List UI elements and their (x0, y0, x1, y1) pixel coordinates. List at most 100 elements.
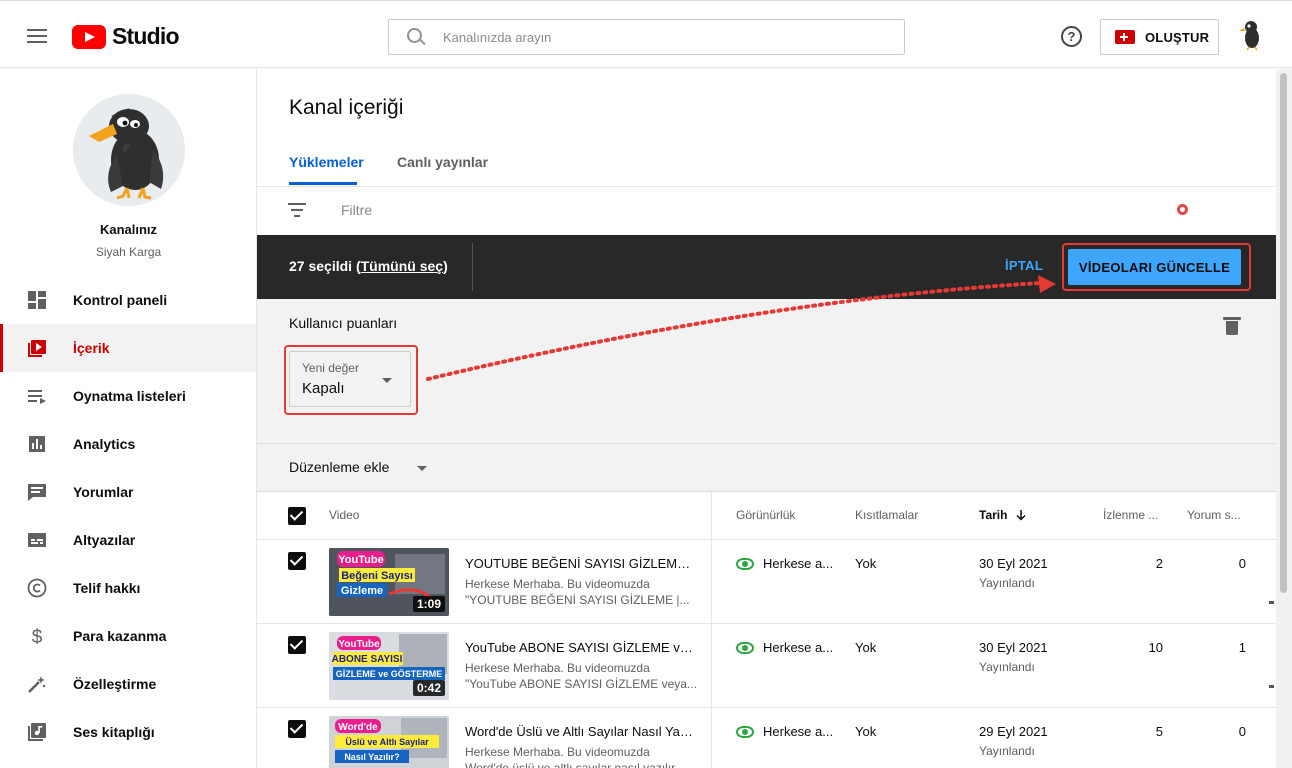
desc-line-2: "YOUTUBE BEĞENİ SAYISI GİZLEME |... (465, 593, 690, 607)
visibility-label[interactable]: Herkese a... (763, 724, 833, 739)
selection-count: 27 seçildi (Tümünü seç) (289, 258, 448, 274)
video-title[interactable]: YouTube ABONE SAYISI GİZLEME vey... (465, 640, 697, 655)
analytics-icon (29, 436, 45, 452)
row-checkbox[interactable] (288, 636, 306, 654)
video-thumbnail[interactable]: YouTube Beğeni Sayısı Gizleme 1:09 (329, 548, 449, 616)
create-button[interactable]: OLUŞTUR (1100, 19, 1219, 55)
channel-avatar[interactable] (73, 94, 185, 206)
sidebar-item-comments[interactable]: Yorumlar (0, 468, 256, 516)
close-paren: ) (443, 258, 448, 274)
select-all-checkbox[interactable] (288, 507, 306, 525)
edit-panel-title: Kullanıcı puanları (289, 315, 398, 331)
sidebar-item-copyright[interactable]: Telif hakkı (0, 564, 256, 612)
col-date-label: Tarih (979, 508, 1008, 522)
search-input[interactable] (443, 29, 863, 45)
video-title[interactable]: YOUTUBE BEĞENİ SAYISI GİZLEME | B... (465, 556, 697, 571)
sidebar-item-subtitles[interactable]: Altyazılar (0, 516, 256, 564)
hamburger-menu-icon[interactable] (27, 29, 47, 43)
thumb-line-1: YouTube (338, 554, 383, 566)
add-edit-label: Düzenleme ekle (289, 459, 390, 475)
desc-line-1: Herkese Merhaba. Bu videomuzda (465, 577, 650, 591)
sidebar-item-customization[interactable]: Özelleştirme (0, 660, 256, 708)
search-box[interactable] (388, 19, 905, 55)
eye-icon[interactable] (736, 642, 754, 654)
views-count: 2 (1155, 556, 1163, 571)
filter-input[interactable]: Filtre (341, 202, 372, 218)
add-edit-dropdown[interactable]: Düzenleme ekle (257, 444, 1276, 492)
row-marker (1269, 685, 1274, 688)
row-checkbox[interactable] (288, 552, 306, 570)
youtube-play-icon (72, 24, 106, 49)
divider (472, 243, 473, 291)
sidebar: Kanalınız Siyah Karga Kontrol paneli İçe… (0, 69, 257, 768)
selected-count-text: 27 seçildi (289, 258, 353, 274)
tab-live[interactable]: Canlı yayınlar (397, 154, 488, 170)
video-duration: 1:09 (412, 596, 445, 612)
restrictions-value: Yok (855, 724, 877, 739)
tab-uploads[interactable]: Yüklemeler (289, 154, 364, 170)
cancel-button[interactable]: İPTAL (1005, 258, 1043, 273)
sidebar-item-dashboard[interactable]: Kontrol paneli (0, 276, 256, 324)
views-count: 10 (1148, 640, 1163, 655)
col-visibility[interactable]: Görünürlük (736, 508, 795, 522)
row-marker (1269, 601, 1274, 604)
sidebar-item-label: Ses kitaplığı (73, 724, 155, 740)
vertical-scrollbar[interactable] (1276, 69, 1292, 768)
comments-count: 0 (1238, 724, 1246, 739)
help-icon[interactable]: ? (1061, 26, 1082, 47)
account-avatar[interactable] (1236, 19, 1268, 51)
publish-date: 30 Eyl 2021 (979, 640, 1048, 655)
col-date[interactable]: Tarih (979, 508, 1027, 522)
video-camera-plus-icon (1115, 30, 1135, 44)
dashboard-icon (28, 291, 46, 309)
visibility-label[interactable]: Herkese a... (763, 640, 833, 655)
thumb-line-3: Nasıl Yazılır? (344, 752, 399, 762)
scrollbar-thumb[interactable] (1280, 73, 1287, 593)
select-all-link[interactable]: Tümünü seç (361, 258, 443, 274)
table-row[interactable]: YouTube ABONE SAYISI GİZLEME ve GÖSTERME… (257, 624, 1276, 708)
sidebar-item-playlists[interactable]: Oynatma listeleri (0, 372, 256, 420)
sidebar-item-analytics[interactable]: Analytics (0, 420, 256, 468)
sidebar-item-audio-library[interactable]: Ses kitaplığı (0, 708, 256, 756)
studio-logo[interactable]: Studio (72, 23, 180, 50)
table-row[interactable]: YouTube Beğeni Sayısı Gizleme 1:09 YOUTU… (257, 540, 1276, 624)
filter-bar[interactable]: Filtre (257, 187, 1276, 235)
visibility-label[interactable]: Herkese a... (763, 556, 833, 571)
magic-wand-icon (28, 676, 46, 693)
publish-status: Yayınlandı (979, 576, 1035, 590)
search-icon[interactable] (407, 28, 425, 46)
thumb-line-3: Gizleme (341, 585, 383, 597)
col-restrictions[interactable]: Kısıtlamalar (855, 508, 918, 522)
publish-date: 29 Eyl 2021 (979, 724, 1048, 739)
table-row[interactable]: Word'de Üslü ve Altlı Sayılar Nasıl Yazı… (257, 708, 1276, 768)
col-views[interactable]: İzlenme ... (1103, 508, 1158, 522)
video-title[interactable]: Word'de Üslü ve Altlı Sayılar Nasıl Yazı… (465, 724, 697, 739)
eye-icon[interactable] (736, 726, 754, 738)
eye-icon[interactable] (736, 558, 754, 570)
thumb-line-1: Word'de (338, 722, 378, 733)
sidebar-item-label: Altyazılar (73, 532, 136, 548)
row-checkbox[interactable] (288, 720, 306, 738)
publish-status: Yayınlandı (979, 744, 1035, 758)
create-label: OLUŞTUR (1145, 29, 1210, 45)
audio-library-icon (28, 723, 46, 741)
logo-text: Studio (112, 23, 180, 49)
views-count: 5 (1155, 724, 1163, 739)
page-header: Kanal içeriği Yüklemeler Canlı yayınlar (257, 69, 1276, 187)
sidebar-nav: Kontrol paneli İçerik Oynatma listeleri … (0, 276, 256, 756)
video-thumbnail[interactable]: YouTube ABONE SAYISI GİZLEME ve GÖSTERME… (329, 632, 449, 700)
sidebar-item-monetization[interactable]: $ Para kazanma (0, 612, 256, 660)
col-comments[interactable]: Yorum s... (1187, 508, 1241, 522)
dollar-icon: $ (32, 627, 43, 647)
arrow-down-icon (1016, 510, 1026, 521)
publish-date: 30 Eyl 2021 (979, 556, 1048, 571)
page-title: Kanal içeriği (289, 96, 404, 119)
video-thumbnail[interactable]: Word'de Üslü ve Altlı Sayılar Nasıl Yazı… (329, 716, 449, 768)
sidebar-item-content[interactable]: İçerik (0, 324, 256, 372)
filter-icon[interactable] (288, 203, 306, 217)
active-tab-indicator (289, 182, 357, 185)
desc-line-1: Herkese Merhaba. Bu videomuzda (465, 745, 650, 759)
thumbnail-art: Word'de Üslü ve Altlı Sayılar Nasıl Yazı… (329, 716, 449, 768)
main-content: Kanal içeriği Yüklemeler Canlı yayınlar … (257, 69, 1276, 768)
trash-icon[interactable] (1223, 317, 1241, 335)
